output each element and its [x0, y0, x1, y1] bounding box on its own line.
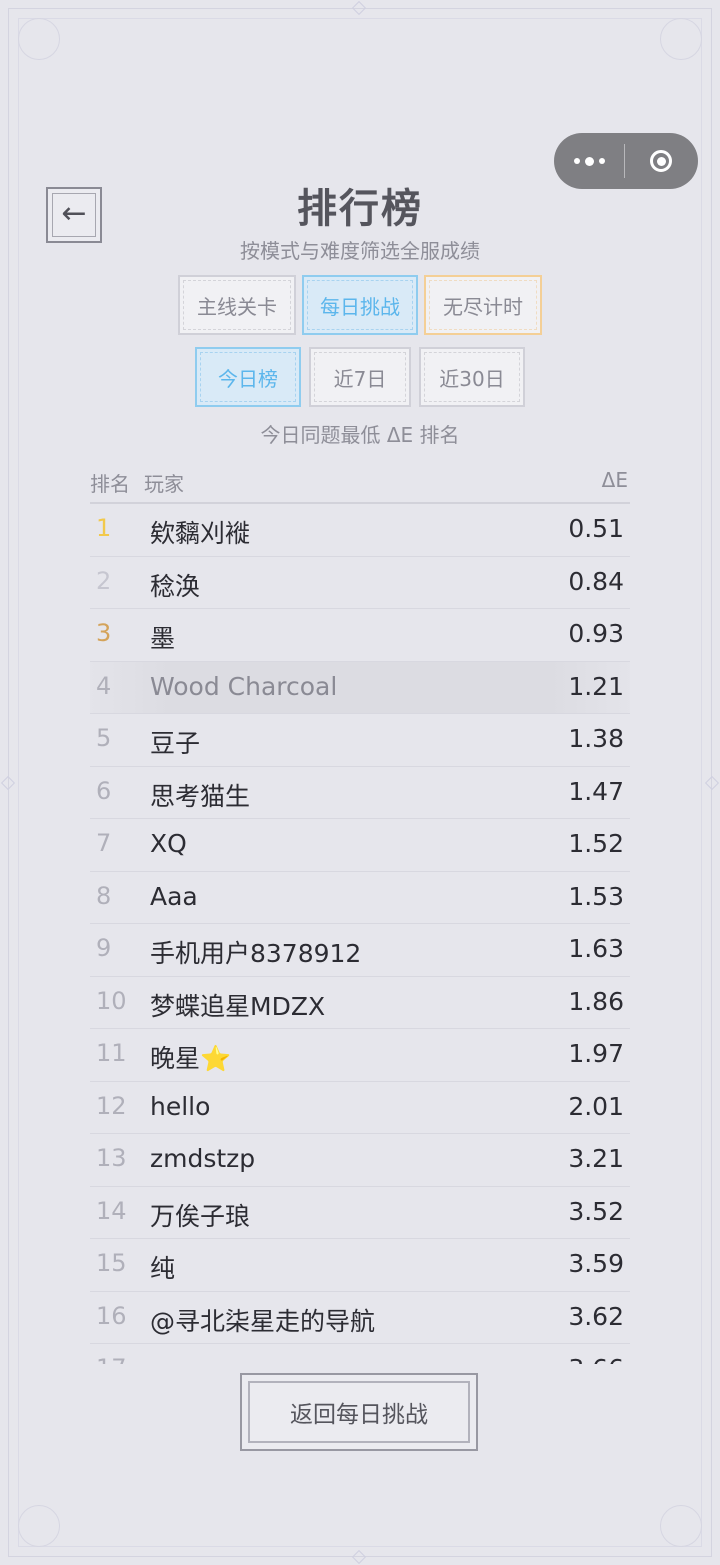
row-rank: 10	[96, 986, 127, 1015]
row-player-name: XQ	[150, 829, 187, 858]
row-delta-value: 0.84	[568, 566, 624, 596]
table-row: 9 手机用户8378912 1.63	[90, 924, 630, 977]
row-delta-value: 1.53	[568, 881, 624, 911]
row-delta-value: 2.01	[568, 1091, 624, 1121]
row-player-name: zmdstzp	[150, 1144, 256, 1173]
row-rank: 13	[96, 1144, 127, 1172]
row-rank: 14	[96, 1196, 127, 1225]
tab-today[interactable]: 今日榜	[195, 347, 301, 407]
row-player-name: 手机用户8378912	[150, 939, 362, 968]
table-row: 8 Aaa 1.53	[90, 872, 630, 924]
table-row-current-user: 4 Wood Charcoal 1.21	[90, 661, 630, 714]
row-delta-value: 1.38	[568, 724, 624, 753]
row-player-name: Wood Charcoal	[150, 671, 338, 701]
row-rank: 17	[96, 1354, 127, 1364]
table-row: 3 墨 0.93	[90, 609, 630, 662]
edge-diamond	[351, 1549, 367, 1565]
row-delta-value: 1.47	[568, 776, 624, 806]
table-row: 11 晚星⭐ 1.97	[90, 1029, 630, 1082]
table-row: 12 hello 2.01	[90, 1082, 630, 1134]
corner-ornament	[18, 18, 60, 60]
table-row: 14 万俟子琅 3.52	[90, 1187, 630, 1239]
corner-ornament	[660, 1505, 702, 1547]
row-player-name: 墨	[150, 624, 176, 653]
leaderboard-list[interactable]: 1 欸黐刈褷 0.51 2 稔涣 0.84 3 墨 0.93 4 Wood Ch…	[90, 504, 630, 1364]
header-player: 玩家	[144, 472, 184, 496]
row-delta-value: 1.97	[568, 1039, 624, 1068]
tab-endless-timed[interactable]: 无尽计时	[424, 275, 542, 335]
page-subtitle: 按模式与难度筛选全服成绩	[240, 239, 480, 263]
row-delta-value: 3.52	[568, 1196, 624, 1226]
row-rank: 8	[96, 881, 112, 910]
row-delta-value: 0.93	[568, 619, 624, 648]
row-delta-value: 3.59	[568, 1249, 624, 1278]
return-button-label: 返回每日挑战	[290, 1402, 428, 1428]
header-delta: ΔE	[601, 468, 628, 492]
row-player-name: 豆子	[150, 729, 201, 758]
header-rank: 排名	[90, 472, 130, 496]
row-player-name: 梦蝶追星MDZX	[150, 991, 326, 1021]
table-row: 17 3.66	[90, 1344, 630, 1364]
table-row: 13 zmdstzp 3.21	[90, 1134, 630, 1187]
row-rank: 15	[96, 1249, 127, 1277]
more-dot-icon	[584, 156, 594, 166]
edge-diamond	[351, 0, 367, 16]
table-row: 15 纯 3.59	[90, 1239, 630, 1292]
tab-last-30-days[interactable]: 近30日	[419, 347, 525, 407]
row-rank: 5	[96, 724, 112, 752]
tab-main-levels[interactable]: 主线关卡	[178, 275, 296, 335]
table-row: 7 XQ 1.52	[90, 819, 630, 872]
table-row: 1 欸黐刈褷 0.51	[90, 504, 630, 557]
row-player-name: 欸黐刈褷	[150, 519, 251, 548]
table-row: 10 梦蝶追星MDZX 1.86	[90, 977, 630, 1029]
table-row: 6 思考猫生 1.47	[90, 767, 630, 819]
table-header: 排名 玩家 ΔE	[90, 466, 630, 504]
table-row: 5 豆子 1.38	[90, 714, 630, 767]
edge-diamond	[704, 775, 720, 791]
row-rank: 4	[96, 671, 112, 700]
corner-ornament	[18, 1505, 60, 1547]
return-daily-challenge-button[interactable]: 返回每日挑战	[240, 1373, 478, 1451]
target-circle-icon	[650, 150, 672, 172]
row-player-name: Aaa	[150, 881, 198, 911]
row-rank: 1	[96, 514, 112, 542]
mode-tabs: 主线关卡 每日挑战 无尽计时	[178, 275, 542, 335]
tab-last-7-days[interactable]: 近7日	[309, 347, 411, 407]
row-delta-value: 3.21	[568, 1144, 624, 1173]
row-rank: 7	[96, 829, 112, 857]
row-delta-value: 0.51	[568, 514, 624, 543]
page-title: 排行榜	[297, 186, 423, 232]
row-rank: 6	[96, 776, 112, 805]
corner-ornament	[660, 18, 702, 60]
table-row: 2 稔涣 0.84	[90, 557, 630, 609]
row-player-name: @寻北柒星走的导航	[150, 1306, 376, 1336]
edge-diamond	[0, 775, 16, 791]
row-player-name: hello	[150, 1091, 211, 1121]
row-player-name: 纯	[150, 1254, 176, 1283]
row-rank: 12	[96, 1091, 127, 1120]
tab-daily-challenge[interactable]: 每日挑战	[302, 275, 418, 335]
row-rank: 2	[96, 566, 112, 595]
range-tabs: 今日榜 近7日 近30日	[195, 347, 525, 407]
row-delta-value: 1.21	[568, 671, 624, 701]
row-player-name: 万俟子琅	[150, 1201, 251, 1231]
row-player-name: 思考猫生	[150, 781, 251, 811]
more-dot-icon	[598, 158, 605, 164]
table-row: 16 @寻北柒星走的导航 3.62	[90, 1292, 630, 1344]
row-delta-value: 1.86	[568, 986, 624, 1016]
more-dot-icon	[573, 158, 580, 164]
row-rank: 11	[96, 1039, 127, 1067]
range-description: 今日同题最低 ΔE 排名	[260, 423, 460, 447]
row-delta-value: 1.63	[568, 934, 624, 963]
row-player-name: 晚星⭐	[150, 1044, 232, 1073]
row-rank: 16	[96, 1301, 127, 1330]
row-rank: 9	[96, 934, 112, 962]
row-rank: 3	[96, 619, 112, 647]
row-delta-value: 3.62	[568, 1301, 624, 1331]
row-delta-value: 1.52	[568, 829, 624, 858]
row-delta-value: 3.66	[568, 1354, 624, 1364]
row-player-name: 稔涣	[150, 571, 201, 601]
